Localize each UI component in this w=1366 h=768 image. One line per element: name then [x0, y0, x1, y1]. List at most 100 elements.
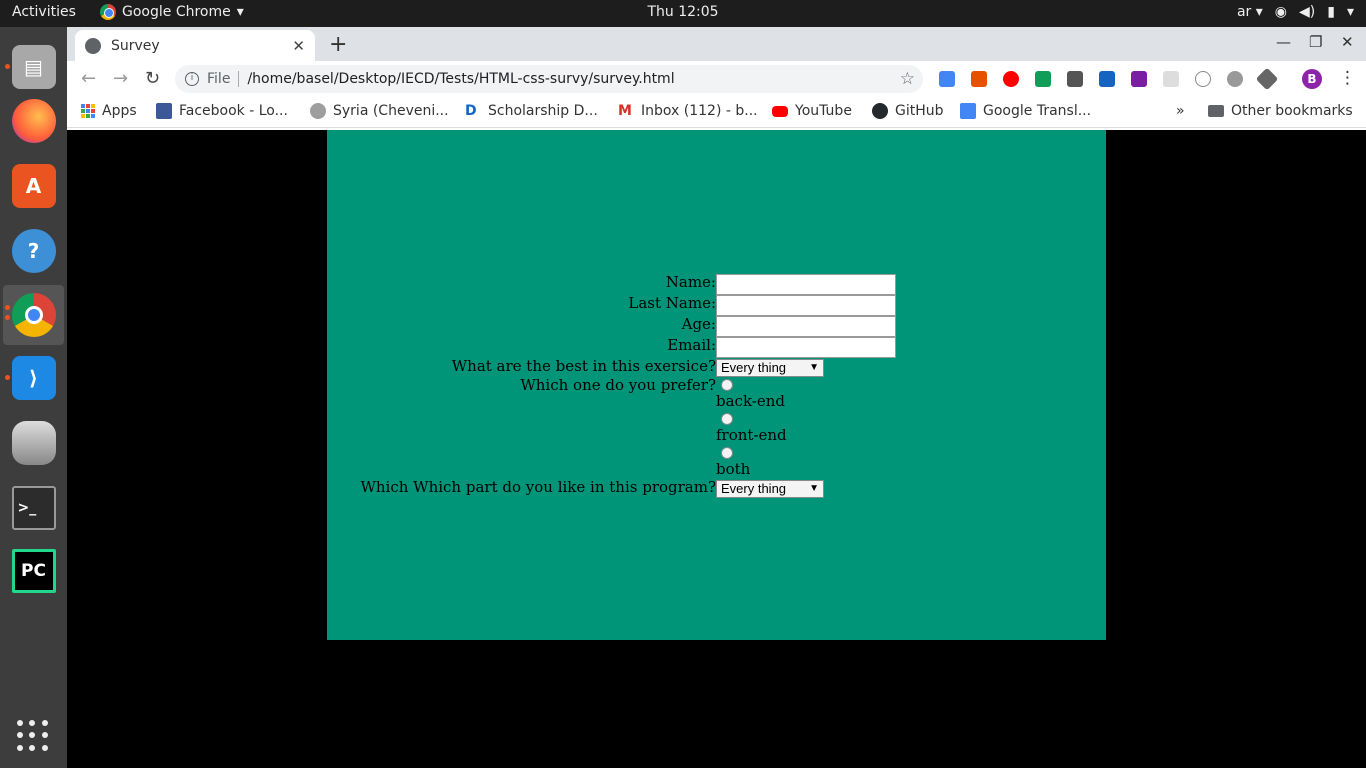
tab-title: Survey: [111, 37, 160, 54]
extension-icon[interactable]: [1163, 71, 1179, 87]
help-icon: ?: [11, 229, 56, 273]
radio-label-back-end: back-end: [716, 392, 785, 410]
globe-icon: [85, 37, 101, 54]
show-applications-icon[interactable]: [17, 720, 49, 752]
email-label: Email:: [667, 336, 716, 354]
chrome-icon: [100, 4, 116, 20]
part-question-label: Which Which part do you like in this pro…: [360, 478, 716, 496]
age-label: Age:: [681, 315, 716, 333]
site-icon: [310, 103, 326, 119]
volume-icon: ◀): [1299, 4, 1316, 20]
other-bookmarks-folder[interactable]: Other bookmarks: [1208, 103, 1353, 119]
restore-button[interactable]: ❐: [1309, 33, 1322, 51]
input-language[interactable]: ar ▾: [1237, 4, 1263, 20]
dock-item-pycharm[interactable]: PC: [3, 541, 64, 601]
bookmarks-bar: Apps Facebook - Lo... Syria (Cheveni... …: [67, 97, 1366, 128]
clock[interactable]: Thu 12:05: [647, 4, 718, 20]
survey-form: Name: Last Name: Age: Email: What are th…: [327, 130, 1106, 640]
database-icon: [11, 421, 56, 465]
bookmark-scholarship[interactable]: D Scholarship D...: [465, 103, 598, 119]
menu-kebab-icon[interactable]: ⋮: [1339, 68, 1356, 88]
dropdown-arrow-icon: ▼: [809, 362, 819, 373]
back-button[interactable]: ←: [81, 68, 96, 89]
vscode-icon: ⟩: [11, 356, 56, 400]
radio-back-end[interactable]: [721, 379, 733, 391]
close-icon[interactable]: ✕: [292, 37, 305, 55]
browser-window: Survey ✕ + — ❐ ✕ ← → ↻ i File /home/base…: [67, 27, 1366, 768]
email-input[interactable]: [716, 337, 896, 358]
profile-avatar[interactable]: B: [1302, 69, 1322, 89]
wifi-icon: ◉: [1274, 4, 1288, 20]
github-icon: [872, 103, 888, 119]
dock: ▤ A ? ⟩ >_ PC: [0, 27, 67, 768]
radio-label-both: both: [716, 460, 751, 478]
battery-icon: ▮: [1327, 4, 1335, 20]
app-menu[interactable]: Google Chrome ▾: [100, 4, 244, 20]
firefox-icon: [11, 99, 56, 143]
browser-toolbar: ← → ↻ i File /home/basel/Desktop/IECD/Te…: [67, 61, 1366, 97]
pycharm-icon: PC: [11, 549, 56, 593]
radio-both[interactable]: [721, 447, 733, 459]
apps-grid-icon: [81, 104, 95, 118]
dock-item-files[interactable]: ▤: [3, 37, 64, 97]
adblock-extension-icon[interactable]: [1003, 71, 1019, 87]
system-tray[interactable]: ar ▾ ◉ ◀) ▮ ▾: [1237, 4, 1354, 20]
bookmark-gmail[interactable]: M Inbox (112) - b...: [618, 103, 758, 119]
bookmark-apps[interactable]: Apps: [81, 103, 137, 119]
reload-button[interactable]: ↻: [145, 68, 160, 89]
software-center-icon: A: [11, 164, 56, 208]
address-bar[interactable]: i File /home/basel/Desktop/IECD/Tests/HT…: [175, 65, 923, 93]
app-menu-label: Google Chrome: [122, 4, 231, 20]
extension-icon[interactable]: [1131, 71, 1147, 87]
age-input[interactable]: [716, 316, 896, 337]
dock-item-software[interactable]: A: [3, 156, 64, 216]
extension-icon[interactable]: [1195, 71, 1211, 87]
dropdown-arrow-icon: ▼: [809, 483, 819, 494]
last-name-input[interactable]: [716, 295, 896, 316]
extension-icon[interactable]: [1099, 71, 1115, 87]
info-icon[interactable]: i: [185, 72, 199, 86]
bookmark-facebook[interactable]: Facebook - Lo...: [156, 103, 288, 119]
bookmark-youtube[interactable]: YouTube: [772, 103, 852, 119]
drive-extension-icon[interactable]: [1035, 71, 1051, 87]
office-extension-icon[interactable]: [971, 71, 987, 87]
dock-item-vscode[interactable]: ⟩: [3, 348, 64, 408]
new-tab-button[interactable]: +: [329, 32, 347, 57]
chevron-down-icon: ▾: [236, 4, 244, 20]
best-select[interactable]: Every thing ▼: [716, 359, 824, 377]
url-text[interactable]: /home/basel/Desktop/IECD/Tests/HTML-css-…: [247, 71, 899, 87]
name-input[interactable]: [716, 274, 896, 295]
gmail-icon: M: [618, 103, 632, 119]
dock-item-database[interactable]: [3, 413, 64, 473]
bookmark-google-translate[interactable]: Google Transl...: [960, 103, 1091, 119]
tab-survey[interactable]: Survey ✕: [75, 30, 315, 61]
page-viewport: Name: Last Name: Age: Email: What are th…: [67, 130, 1366, 768]
dock-item-chrome[interactable]: [3, 285, 64, 345]
more-bookmarks-button[interactable]: »: [1176, 103, 1185, 119]
dock-item-terminal[interactable]: >_: [3, 478, 64, 538]
part-select[interactable]: Every thing ▼: [716, 480, 824, 498]
extension-icon[interactable]: [1227, 71, 1243, 87]
scholarship-icon: D: [465, 103, 477, 119]
divider: [238, 71, 240, 87]
minimize-button[interactable]: —: [1276, 33, 1291, 51]
system-top-bar: Activities Google Chrome ▾ Thu 12:05 ar …: [0, 0, 1366, 27]
forward-button[interactable]: →: [113, 68, 128, 89]
translate-extension-icon[interactable]: [939, 71, 955, 87]
extension-icon[interactable]: [1255, 67, 1279, 91]
tab-strip: Survey ✕ + — ❐ ✕: [67, 27, 1366, 61]
activities-button[interactable]: Activities: [12, 4, 76, 20]
bookmark-syria[interactable]: Syria (Cheveni...: [310, 103, 449, 119]
folder-icon: [1208, 105, 1224, 117]
terminal-icon: >_: [11, 486, 56, 530]
dock-item-firefox[interactable]: [3, 91, 64, 151]
bookmark-star-icon[interactable]: ☆: [900, 69, 915, 89]
power-menu-icon[interactable]: ▾: [1347, 4, 1354, 20]
chrome-icon: [11, 293, 56, 337]
close-window-button[interactable]: ✕: [1341, 33, 1354, 51]
bookmark-github[interactable]: GitHub: [872, 103, 944, 119]
radio-front-end[interactable]: [721, 413, 733, 425]
files-icon: ▤: [11, 45, 56, 89]
dock-item-help[interactable]: ?: [3, 221, 64, 281]
eyedropper-extension-icon[interactable]: [1067, 71, 1083, 87]
